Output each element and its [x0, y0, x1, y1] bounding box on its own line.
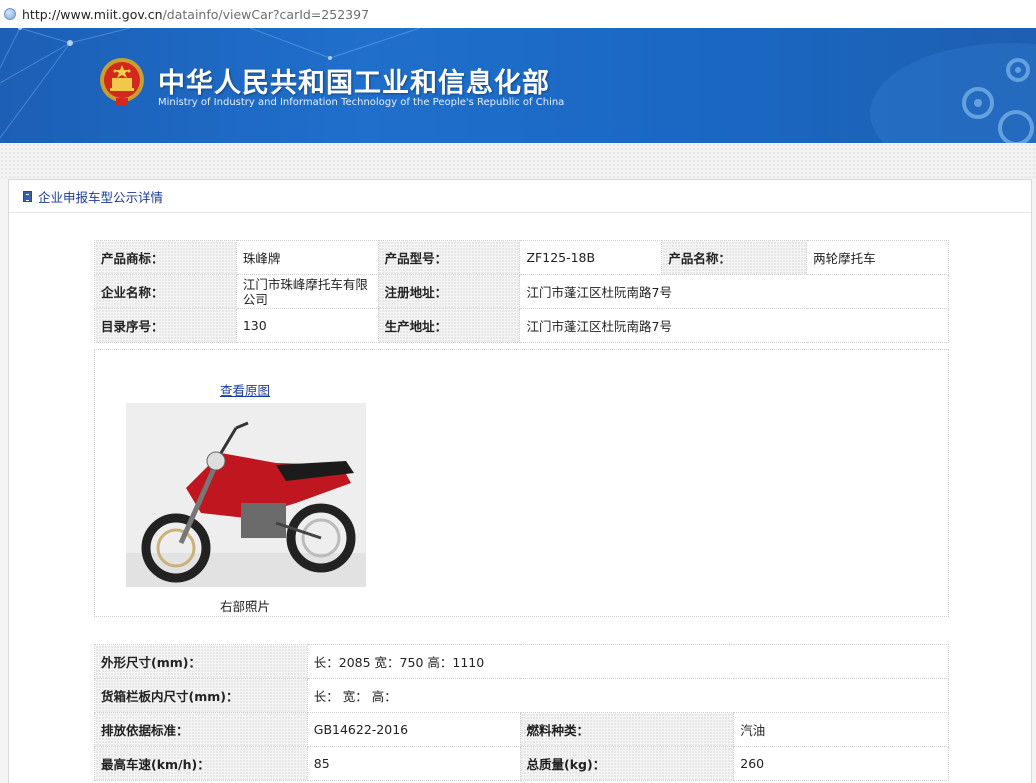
pattern-gap [0, 143, 1036, 179]
mass-label: 总质量(kg)： [519, 746, 735, 781]
url-path: /datainfo/viewCar?carId=252397 [162, 6, 370, 22]
emission-label: 排放依据标准： [94, 712, 308, 747]
model-value: ZF125-18B [519, 240, 663, 275]
brand-value: 珠峰牌 [235, 240, 379, 275]
product-name-label: 产品名称： [661, 240, 808, 275]
document-icon [23, 190, 32, 202]
panel-header: 企业申报车型公示详情 [9, 180, 1031, 213]
photo-caption: 右部照片 [220, 599, 271, 614]
site-banner: 中华人民共和国工业和信息化部 Ministry of Industry and … [0, 28, 1036, 143]
reg-address-value: 江门市蓬江区杜阮南路7号 [519, 274, 949, 309]
globe-icon [4, 8, 16, 20]
url-host: http://www.miit.gov.cn [22, 6, 163, 22]
specs-table: 外形尺寸(mm)： 长：2085 宽：750 高：1110 货箱栏板内尺寸(mm… [94, 644, 950, 781]
motorcycle-image [126, 403, 366, 587]
mass-value: 260 [733, 746, 949, 781]
fuel-value: 汽油 [733, 712, 949, 747]
table-row: 外形尺寸(mm)： 长：2085 宽：750 高：1110 [94, 644, 950, 679]
cargo-value: 长： 宽： 高： [306, 678, 950, 713]
dimensions-label: 外形尺寸(mm)： [94, 644, 308, 679]
table-row: 货箱栏板内尺寸(mm)： 长： 宽： 高： [94, 678, 950, 713]
motorcycle-photo[interactable] [126, 403, 366, 587]
gears-icon [962, 58, 1034, 143]
company-value: 江门市珠峰摩托车有限公司 [235, 274, 379, 309]
table-row: 产品商标： 珠峰牌 产品型号： ZF125-18B 产品名称： 两轮摩托车 [94, 240, 949, 275]
speed-value: 85 [306, 746, 521, 781]
view-original-link[interactable]: 查看原图 [220, 380, 270, 399]
reg-address-label: 注册地址： [377, 274, 521, 309]
table-row: 企业名称： 江门市珠峰摩托车有限公司 注册地址： 江门市蓬江区杜阮南路7号 [94, 274, 949, 309]
prod-address-value: 江门市蓬江区杜阮南路7号 [519, 308, 949, 343]
ministry-title-cn: 中华人民共和国工业和信息化部 [158, 68, 550, 99]
catalog-no-value: 130 [235, 308, 379, 343]
detail-panel: 企业申报车型公示详情 产品商标： 珠峰牌 产品型号： ZF125-18B 产品名… [8, 179, 1032, 783]
catalog-no-label: 目录序号： [94, 308, 237, 343]
prod-address-label: 生产地址： [377, 308, 521, 343]
cargo-label: 货箱栏板内尺寸(mm)： [94, 678, 308, 713]
basic-info-table: 产品商标： 珠峰牌 产品型号： ZF125-18B 产品名称： 两轮摩托车 企业… [94, 240, 949, 343]
fuel-label: 燃料种类： [519, 712, 735, 747]
table-row: 排放依据标准： GB14622-2016 燃料种类： 汽油 [94, 712, 949, 747]
brand-label: 产品商标： [94, 240, 237, 275]
company-label: 企业名称： [94, 274, 237, 309]
table-row: 最高车速(km/h)： 85 总质量(kg)： 260 [94, 746, 949, 781]
speed-label: 最高车速(km/h)： [94, 746, 308, 781]
address-bar[interactable]: http://www.miit.gov.cn/datainfo/viewCar?… [0, 0, 1036, 28]
national-emblem-icon [100, 58, 144, 106]
product-name-value: 两轮摩托车 [806, 240, 949, 275]
ministry-title-en: Ministry of Industry and Information Tec… [158, 97, 565, 108]
url-text[interactable]: http://www.miit.gov.cn/datainfo/viewCar?… [22, 7, 369, 22]
panel-heading-link[interactable]: 企业申报车型公示详情 [38, 187, 163, 206]
photo-section: 查看原图 右部照片 [94, 349, 949, 617]
table-row: 目录序号： 130 生产地址： 江门市蓬江区杜阮南路7号 [94, 308, 949, 343]
dimensions-value: 长：2085 宽：750 高：1110 [306, 644, 950, 679]
model-label: 产品型号： [377, 240, 521, 275]
emission-value: GB14622-2016 [306, 712, 521, 747]
